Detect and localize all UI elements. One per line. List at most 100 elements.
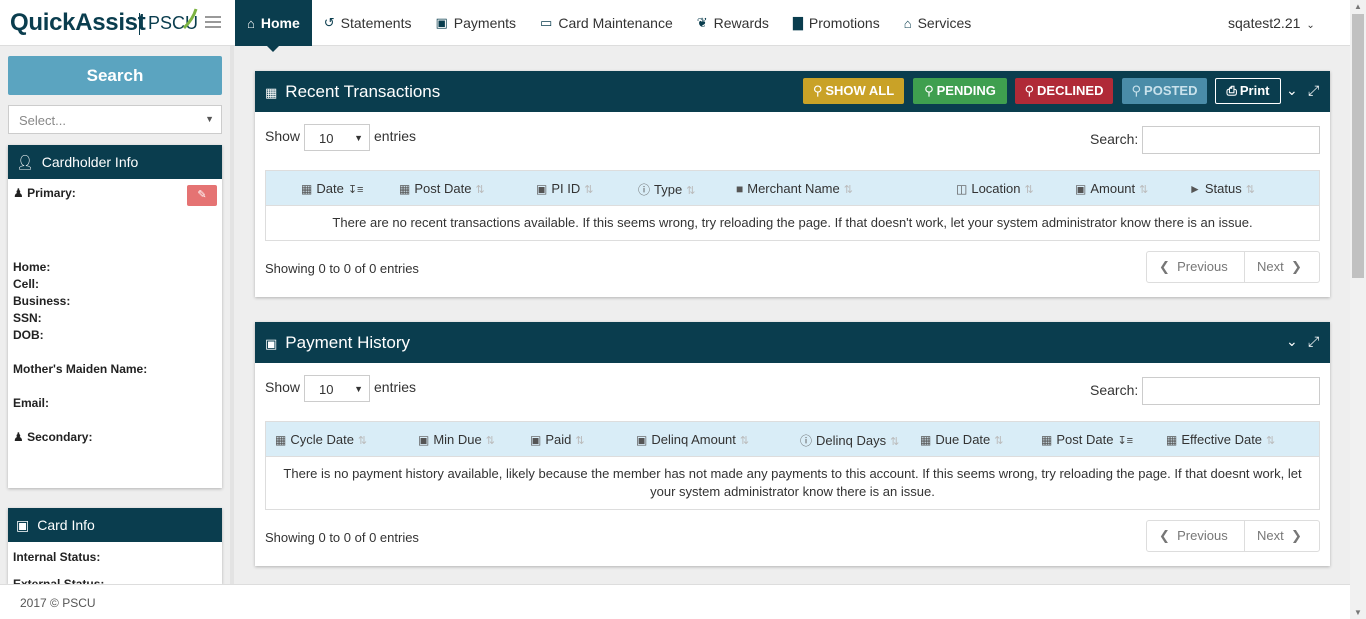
entries-length-select[interactable]: 10 ▼ [304, 124, 370, 151]
previous-button[interactable]: ❮ Previous [1147, 521, 1245, 551]
brand-logo-text: QuickAssist [10, 9, 146, 36]
column-min-due[interactable]: ▣ Min Due ⇅ [418, 432, 495, 447]
edit-icon: ✎ [197, 189, 207, 201]
collapse-chevron-icon[interactable]: ⌄ [1286, 333, 1298, 350]
column-post-date-label: Post Date [1056, 432, 1114, 447]
column-due-date[interactable]: ▦ Due Date ⇅ [920, 432, 1003, 447]
secondary-label-text: Secondary: [27, 430, 93, 444]
ssn-label: SSN: [13, 311, 42, 325]
cell-phone-label: Cell: [13, 277, 40, 291]
calendar-icon: ▦ [399, 182, 411, 196]
show-label: Show [265, 128, 301, 144]
next-label: Next [1257, 528, 1284, 543]
column-location[interactable]: ◫ Location ⇅ [956, 181, 1034, 196]
column-post-date[interactable]: ▦ Post Date ⇅ [399, 181, 485, 196]
column-delinq-days[interactable]: ⓘ Delinq Days ⇅ [800, 432, 899, 449]
scroll-down-icon[interactable]: ▼ [1354, 608, 1362, 617]
entries-length-value: 10 [319, 131, 334, 146]
select-placeholder: Select... [19, 113, 66, 128]
internal-status-label: Internal Status: [13, 550, 101, 564]
pending-button[interactable]: ⚲ PENDING [913, 78, 1007, 104]
column-date[interactable]: ▦ Date ↧≡ [301, 181, 363, 196]
next-button[interactable]: Next ❯ [1245, 252, 1319, 282]
money-icon: ▣ [1075, 182, 1087, 196]
payment-history-header: ▣ Payment History ⌄ ⤢ [255, 322, 1330, 363]
next-label: Next [1257, 259, 1284, 274]
column-delinq-days-label: Delinq Days [816, 433, 887, 448]
collapse-chevron-icon[interactable]: ⌄ [1286, 82, 1298, 99]
column-post-date[interactable]: ▦ Post Date ↧≡ [1041, 432, 1133, 447]
vertical-scrollbar[interactable]: ▲ ▼ [1350, 0, 1366, 619]
print-button[interactable]: ⎙ Print [1215, 78, 1281, 104]
nav-services[interactable]: ⌂ Services [892, 0, 984, 46]
table-search-label: Search: [1090, 131, 1139, 147]
payments-info: Showing 0 to 0 of 0 entries [265, 530, 419, 545]
entries-length-value: 10 [319, 382, 334, 397]
column-effective-date[interactable]: ▦ Effective Date ⇅ [1166, 432, 1275, 447]
payments-table: ▦ Cycle Date ⇅ ▣ Min Due ⇅ ▣ Paid ⇅ ▣ Delinq Am… [265, 421, 1320, 510]
chevron-right-icon: ❯ [1283, 259, 1302, 274]
sort-icon: ⇅ [994, 435, 1004, 447]
nav-rewards[interactable]: ❦ Rewards [685, 0, 781, 46]
column-min-due-label: Min Due [433, 432, 482, 447]
column-merchant-name[interactable]: ■ Merchant Name ⇅ [736, 181, 853, 196]
show-all-button[interactable]: ⚲ SHOW ALL [803, 78, 904, 104]
column-type[interactable]: ⓘ Type ⇅ [638, 181, 695, 198]
next-button[interactable]: Next ❯ [1245, 521, 1319, 551]
sidebar-divider [230, 46, 234, 584]
nav-promotions[interactable]: ▇ Promotions [781, 0, 892, 46]
column-pi-id[interactable]: ▣ PI ID ⇅ [536, 181, 593, 196]
primary-label: ♟ Primary: [13, 186, 76, 200]
search-icon: ⚲ [1024, 83, 1035, 98]
business-phone-label: Business: [13, 294, 71, 308]
user-menu[interactable]: sqatest2.21 ⌄ [1228, 15, 1315, 31]
footer: 2017 © PSCU [0, 584, 1350, 619]
info-icon: ⓘ [800, 434, 813, 448]
search-button[interactable]: Search [8, 56, 222, 95]
column-paid-label: Paid [545, 432, 572, 447]
sort-desc-icon: ↧≡ [347, 184, 364, 196]
table-search-input[interactable] [1142, 126, 1320, 154]
entries-length-select[interactable]: 10 ▼ [304, 375, 370, 402]
column-amount[interactable]: ▣ Amount ⇅ [1075, 181, 1148, 196]
top-navbar: QuickAssist PSCU ⌂ Home ↺ Statements ▣ P… [0, 0, 1350, 52]
table-search-input[interactable] [1142, 377, 1320, 405]
sort-icon: ⇅ [584, 184, 594, 196]
pscu-swoosh-icon [182, 8, 198, 30]
nav-payments[interactable]: ▣ Payments [424, 0, 529, 46]
column-pi-id-label: PI ID [551, 181, 581, 196]
search-type-select[interactable]: Select... ▼ [8, 105, 222, 134]
previous-button[interactable]: ❮ Previous [1147, 252, 1245, 282]
money-icon: ▣ [530, 433, 542, 447]
sort-icon: ⇅ [686, 185, 696, 197]
sort-icon: ⇅ [843, 184, 853, 196]
map-icon: ◫ [956, 182, 968, 196]
money-icon: ▣ [265, 336, 278, 351]
menu-toggle-icon[interactable] [205, 16, 221, 30]
posted-button[interactable]: ⚲ POSTED [1122, 78, 1207, 104]
payments-table-header: ▦ Cycle Date ⇅ ▣ Min Due ⇅ ▣ Paid ⇅ ▣ Delinq Am… [266, 422, 1319, 457]
column-delinq-amount[interactable]: ▣ Delinq Amount ⇅ [636, 432, 749, 447]
nav-card-maintenance[interactable]: ▭ Card Maintenance [528, 0, 685, 46]
entries-label: entries [374, 379, 417, 395]
transactions-table-header: ▦ Date ↧≡ ▦ Post Date ⇅ ▣ PI ID ⇅ ⓘ Type ⇅ ■ Merc… [266, 171, 1319, 206]
nav-statements[interactable]: ↺ Statements [312, 0, 424, 46]
expand-icon[interactable]: ⤢ [1308, 333, 1319, 350]
column-paid[interactable]: ▣ Paid ⇅ [530, 432, 585, 447]
payments-pagination: ❮ Previous Next ❯ [1146, 520, 1320, 552]
payment-history-title: ▣ Payment History [265, 333, 410, 353]
column-status[interactable]: ► Status ⇅ [1189, 181, 1255, 196]
declined-button[interactable]: ⚲ DECLINED [1015, 78, 1113, 104]
chevron-left-icon: ❮ [1159, 528, 1178, 543]
scrollbar-thumb[interactable] [1352, 14, 1364, 278]
expand-icon[interactable]: ⤢ [1308, 82, 1319, 99]
nav-home[interactable]: ⌂ Home [235, 0, 312, 52]
edit-button[interactable]: ✎ [187, 185, 217, 206]
cardholder-info-title: Cardholder Info [41, 154, 139, 170]
column-cycle-date[interactable]: ▦ Cycle Date ⇅ [275, 432, 367, 447]
credit-card-icon: ▣ [16, 517, 30, 533]
show-all-label: SHOW ALL [825, 83, 895, 98]
scroll-up-icon[interactable]: ▲ [1354, 2, 1362, 11]
gift-icon: ❦ [696, 15, 708, 30]
secondary-label: ♟ Secondary: [13, 430, 92, 444]
